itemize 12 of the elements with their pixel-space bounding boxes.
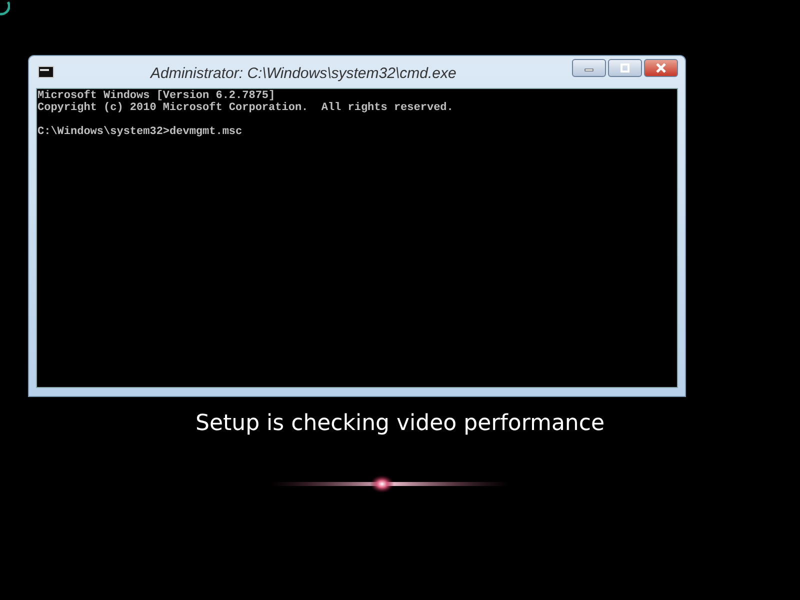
window-title: Administrator: C:\Windows\system32\cmd.exe bbox=[150, 65, 456, 82]
arc-icon bbox=[0, 0, 10, 16]
close-button[interactable] bbox=[644, 59, 678, 77]
console-line: C:\Windows\system32>devmgmt.msc bbox=[38, 126, 244, 138]
close-icon bbox=[654, 63, 668, 73]
maximize-icon bbox=[618, 63, 630, 73]
console-line: Microsoft Windows [Version 6.2.7875] bbox=[38, 90, 276, 102]
maximize-button[interactable] bbox=[608, 59, 642, 77]
console-icon bbox=[38, 66, 54, 78]
console-line: Copyright (c) 2010 Microsoft Corporation. All rights reserved. bbox=[38, 102, 454, 114]
status-message: Setup is checking video performance bbox=[196, 411, 604, 436]
minimize-button[interactable] bbox=[572, 59, 606, 77]
